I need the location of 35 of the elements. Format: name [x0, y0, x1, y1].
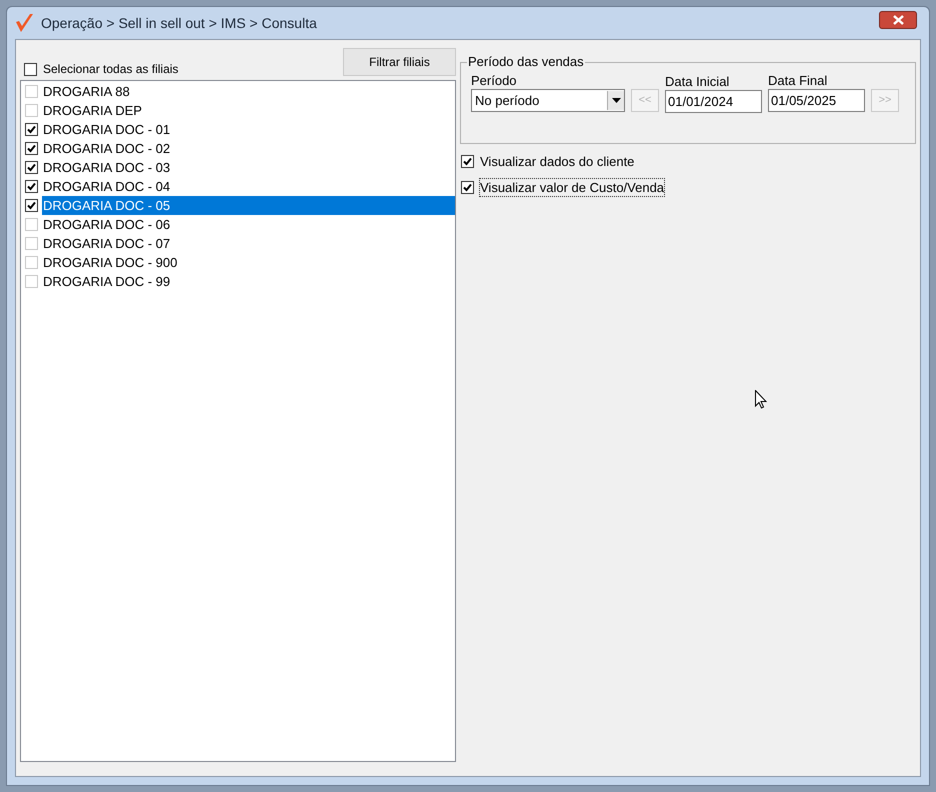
dropdown-arrow-icon: [612, 98, 620, 103]
branch-item[interactable]: DROGARIA DEP: [42, 101, 455, 120]
branch-checkbox[interactable]: [25, 123, 38, 136]
branch-checkbox[interactable]: [25, 199, 38, 212]
option-label: Visualizar dados do cliente: [480, 153, 634, 170]
branch-item[interactable]: DROGARIA DOC - 900: [42, 253, 455, 272]
option-checkbox[interactable]: [461, 155, 474, 168]
close-icon: [892, 15, 904, 25]
start-date-field[interactable]: 01/01/2024: [665, 90, 762, 113]
branch-item[interactable]: DROGARIA DOC - 01: [42, 120, 455, 139]
mouse-cursor-icon: [755, 390, 767, 409]
branch-item[interactable]: DROGARIA DOC - 07: [42, 234, 455, 253]
end-date-label: Data Final: [768, 73, 828, 89]
period-label: Período: [471, 73, 518, 89]
logo-icon: [15, 12, 35, 34]
branch-item[interactable]: DROGARIA DOC - 99: [42, 272, 455, 291]
branch-item[interactable]: DROGARIA DOC - 04: [42, 177, 455, 196]
select-all-label: Selecionar todas as filiais: [43, 61, 178, 78]
branch-checkbox[interactable]: [25, 142, 38, 155]
option-label: Visualizar valor de Custo/Venda: [480, 179, 664, 196]
close-button[interactable]: [879, 11, 917, 29]
start-date-label: Data Inicial: [665, 74, 730, 90]
branch-item[interactable]: DROGARIA 88: [42, 82, 455, 101]
branch-item[interactable]: DROGARIA DOC - 06: [42, 215, 455, 234]
filter-button[interactable]: Filtrar filiais: [343, 48, 456, 76]
select-all-checkbox[interactable]: [24, 62, 37, 76]
branch-checkbox[interactable]: [25, 180, 38, 193]
branch-item[interactable]: DROGARIA DOC - 02: [42, 139, 455, 158]
branch-item[interactable]: DROGARIA DOC - 03: [42, 158, 455, 177]
window-title: Operação > Sell in sell out > IMS > Consulta: [41, 14, 317, 33]
branch-item[interactable]: DROGARIA DOC - 05: [42, 196, 455, 215]
option-checkbox[interactable]: [461, 181, 474, 194]
period-dropdown[interactable]: No período: [471, 89, 625, 112]
end-date-field[interactable]: 01/05/2025: [768, 89, 865, 112]
branch-checkbox[interactable]: [25, 161, 38, 174]
